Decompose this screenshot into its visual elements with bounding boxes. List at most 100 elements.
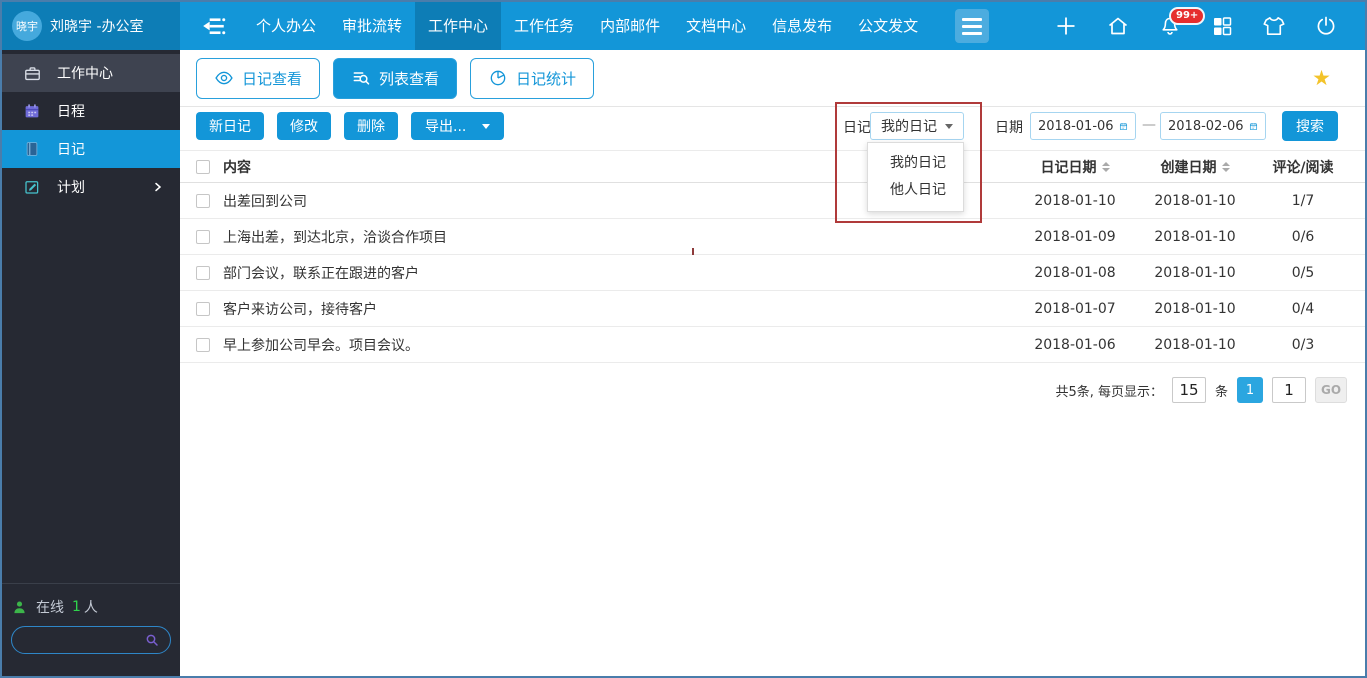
cell-diary-date: 2018-01-08 xyxy=(1015,265,1135,281)
online-status: 在线 1 人 xyxy=(11,597,171,617)
diary-type-select[interactable]: 我的日记 xyxy=(870,112,964,140)
cell-create-date: 2018-01-10 xyxy=(1135,193,1255,209)
diary-table: 内容 日记日期 创建日期 评论/阅读 出差回到公司 2018-01-10 201… xyxy=(180,150,1365,363)
topbar-actions: 99+ xyxy=(1053,13,1365,39)
calendar-icon xyxy=(1249,119,1258,134)
online-count: 1 xyxy=(72,599,81,615)
select-all-checkbox[interactable] xyxy=(196,160,210,174)
diary-select-dropdown: 我的日记 他人日记 xyxy=(867,142,964,212)
dropdown-option-my-diary[interactable]: 我的日记 xyxy=(868,150,963,177)
favorite-star-icon[interactable]: ★ xyxy=(1312,66,1331,90)
header-label: 创建日期 xyxy=(1161,157,1217,177)
nav-item-work-center[interactable]: 工作中心 xyxy=(415,2,501,50)
calendar-icon xyxy=(22,101,42,121)
header-diary-date[interactable]: 日记日期 xyxy=(1015,157,1135,177)
main-content: 日记查看 列表查看 日记统计 ★ 新日记 修改 删除 xyxy=(180,50,1365,676)
briefcase-icon xyxy=(22,63,42,83)
nav-item-approval-flow[interactable]: 审批流转 xyxy=(329,2,415,50)
row-checkbox[interactable] xyxy=(196,194,210,208)
dropdown-option-others-diary[interactable]: 他人日记 xyxy=(868,177,963,204)
sort-icon[interactable] xyxy=(1222,162,1230,172)
theme-shirt-icon[interactable] xyxy=(1261,13,1287,39)
date-from-input[interactable] xyxy=(1038,119,1114,134)
tab-list-view[interactable]: 列表查看 xyxy=(333,58,457,99)
cell-create-date: 2018-01-10 xyxy=(1135,265,1255,281)
apps-grid-icon[interactable] xyxy=(1209,13,1235,39)
cell-comments: 1/7 xyxy=(1255,193,1351,209)
date-range-separator: — xyxy=(1142,117,1156,133)
nav-item-work-tasks[interactable]: 工作任务 xyxy=(501,2,587,50)
cell-content[interactable]: 上海出差，到达北京，洽谈合作项目 xyxy=(223,227,1015,247)
sidebar-item-label: 计划 xyxy=(57,177,85,197)
home-icon[interactable] xyxy=(1105,13,1131,39)
page-size-input[interactable] xyxy=(1172,377,1206,403)
tab-label: 日记查看 xyxy=(242,68,302,89)
row-checkbox[interactable] xyxy=(196,302,210,316)
online-label: 在线 xyxy=(36,597,64,617)
pagination: 共5条, 每页显示： 条 1 GO xyxy=(1055,377,1347,403)
cell-content[interactable]: 客户来访公司，接待客户 xyxy=(223,299,1015,319)
more-menu-icon[interactable] xyxy=(955,9,989,43)
sidebar-item-schedule[interactable]: 日程 xyxy=(2,92,180,130)
cell-create-date: 2018-01-10 xyxy=(1135,229,1255,245)
cell-content[interactable]: 早上参加公司早会。项目会议。 xyxy=(223,335,1015,355)
sidebar-item-work-center[interactable]: 工作中心 xyxy=(2,54,180,92)
add-icon[interactable] xyxy=(1053,13,1079,39)
avatar[interactable]: 晓宇 xyxy=(12,11,42,41)
cell-comments: 0/4 xyxy=(1255,301,1351,317)
search-icon[interactable] xyxy=(144,632,160,648)
header-create-date[interactable]: 创建日期 xyxy=(1135,157,1255,177)
filters-row: 日记 我的日记 日期 — 搜索 xyxy=(180,112,1365,142)
sidebar-search-input[interactable] xyxy=(22,633,144,648)
header-comments-reads: 评论/阅读 xyxy=(1255,157,1351,177)
table-header-row: 内容 日记日期 创建日期 评论/阅读 xyxy=(180,150,1365,183)
header-label: 日记日期 xyxy=(1041,157,1097,177)
sidebar-item-plan[interactable]: 计划 xyxy=(2,168,180,206)
sidebar-search-box xyxy=(11,626,171,654)
topbar: 晓宇 刘晓宇 -办公室 个人办公 审批流转 工作中心 工作任务 内部邮件 文档中… xyxy=(2,2,1365,50)
tab-diary-stats[interactable]: 日记统计 xyxy=(470,58,594,99)
notifications-bell-icon[interactable]: 99+ xyxy=(1157,13,1183,39)
sidebar-item-label: 工作中心 xyxy=(57,63,113,83)
text-cursor-artifact xyxy=(692,248,694,255)
search-button[interactable]: 搜索 xyxy=(1282,111,1338,141)
pagination-summary: 共5条, 每页显示： xyxy=(1055,381,1163,400)
user-area[interactable]: 晓宇 刘晓宇 -办公室 xyxy=(2,2,180,50)
date-to-field xyxy=(1160,112,1266,140)
tab-diary-view[interactable]: 日记查看 xyxy=(196,58,320,99)
cell-create-date: 2018-01-10 xyxy=(1135,301,1255,317)
nav-item-internal-mail[interactable]: 内部邮件 xyxy=(587,2,673,50)
table-row[interactable]: 早上参加公司早会。项目会议。 2018-01-06 2018-01-10 0/3 xyxy=(180,327,1365,363)
date-to-input[interactable] xyxy=(1168,119,1244,134)
diary-select-value: 我的日记 xyxy=(881,116,937,136)
caret-down-icon xyxy=(945,124,953,129)
row-checkbox[interactable] xyxy=(196,230,210,244)
nav-item-official-docs[interactable]: 公文发文 xyxy=(845,2,931,50)
cell-comments: 0/6 xyxy=(1255,229,1351,245)
cell-diary-date: 2018-01-07 xyxy=(1015,301,1135,317)
table-row[interactable]: 上海出差，到达北京，洽谈合作项目 2018-01-09 2018-01-10 0… xyxy=(180,219,1365,255)
row-checkbox[interactable] xyxy=(196,266,210,280)
sidebar-item-label: 日记 xyxy=(57,139,85,159)
sidebar: 工作中心 日程 日记 xyxy=(2,50,180,676)
nav-item-personal-office[interactable]: 个人办公 xyxy=(243,2,329,50)
table-row[interactable]: 出差回到公司 2018-01-10 2018-01-10 1/7 xyxy=(180,183,1365,219)
current-page-button[interactable]: 1 xyxy=(1237,377,1263,403)
chevron-right-icon xyxy=(152,181,164,193)
sort-icon[interactable] xyxy=(1102,162,1110,172)
nav-item-info-publish[interactable]: 信息发布 xyxy=(759,2,845,50)
power-icon[interactable] xyxy=(1313,13,1339,39)
table-row[interactable]: 部门会议，联系正在跟进的客户 2018-01-08 2018-01-10 0/5 xyxy=(180,255,1365,291)
go-button[interactable]: GO xyxy=(1315,377,1347,403)
row-checkbox[interactable] xyxy=(196,338,210,352)
nav-item-document-center[interactable]: 文档中心 xyxy=(673,2,759,50)
goto-page-input[interactable] xyxy=(1272,377,1306,403)
table-row[interactable]: 客户来访公司，接待客户 2018-01-07 2018-01-10 0/4 xyxy=(180,291,1365,327)
cell-diary-date: 2018-01-06 xyxy=(1015,337,1135,353)
page-size-unit: 条 xyxy=(1215,381,1228,400)
cell-content[interactable]: 部门会议，联系正在跟进的客户 xyxy=(223,263,1015,283)
sidebar-item-diary[interactable]: 日记 xyxy=(2,130,180,168)
cell-create-date: 2018-01-10 xyxy=(1135,337,1255,353)
collapse-sidebar-icon[interactable] xyxy=(197,9,231,43)
diary-book-icon xyxy=(22,139,42,159)
